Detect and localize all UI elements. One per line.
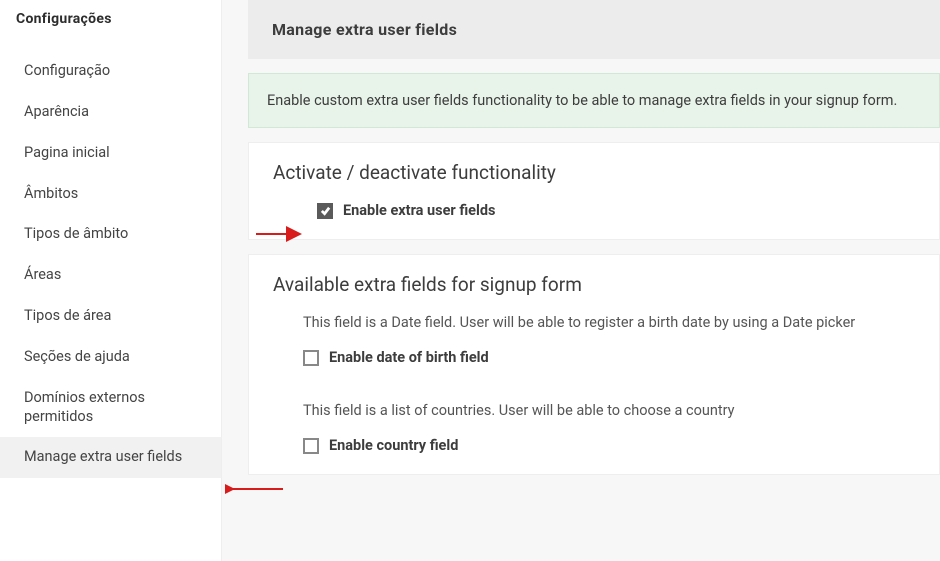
sidebar-item-label: Tipos de área bbox=[24, 307, 111, 324]
page-header: Manage extra user fields bbox=[248, 0, 940, 59]
info-box: Enable custom extra user fields function… bbox=[248, 73, 940, 128]
field-desc: This field is a list of countries. User … bbox=[273, 402, 915, 419]
enable-dob-row: Enable date of birth field bbox=[273, 349, 915, 366]
sidebar-item-label: Pagina inicial bbox=[24, 144, 110, 161]
sidebar-item-tipos-area[interactable]: Tipos de área bbox=[0, 296, 221, 337]
field-block-dob: This field is a Date field. User will be… bbox=[273, 314, 915, 366]
sidebar-item-label: Aparência bbox=[24, 103, 89, 120]
sidebar-item-tipos-ambito[interactable]: Tipos de âmbito bbox=[0, 214, 221, 255]
sidebar-item-secoes-ajuda[interactable]: Seções de ajuda bbox=[0, 337, 221, 378]
enable-country-row: Enable country field bbox=[273, 437, 915, 454]
sidebar-item-label: Seções de ajuda bbox=[24, 348, 130, 365]
check-icon bbox=[320, 205, 331, 216]
info-text: Enable custom extra user fields function… bbox=[267, 92, 897, 109]
enable-country-label: Enable country field bbox=[329, 437, 458, 454]
sidebar: Configurações Configuração Aparência Pag… bbox=[0, 0, 222, 561]
sidebar-item-label: Tipos de âmbito bbox=[24, 225, 128, 242]
enable-country-checkbox[interactable] bbox=[303, 438, 319, 454]
field-block-country: This field is a list of countries. User … bbox=[273, 402, 915, 454]
sidebar-item-label: Âmbitos bbox=[24, 185, 78, 202]
sidebar-title: Configurações bbox=[0, 8, 221, 51]
page-title: Manage extra user fields bbox=[272, 20, 916, 39]
sidebar-item-aparencia[interactable]: Aparência bbox=[0, 92, 221, 133]
activate-panel: Activate / deactivate functionality Enab… bbox=[248, 142, 940, 240]
enable-extra-fields-checkbox[interactable] bbox=[317, 203, 333, 219]
enable-dob-checkbox[interactable] bbox=[303, 350, 319, 366]
main-content: Manage extra user fields Enable custom e… bbox=[222, 0, 940, 561]
sidebar-item-dominios-externos[interactable]: Domínios externos permitidos bbox=[0, 378, 221, 438]
field-desc: This field is a Date field. User will be… bbox=[273, 314, 915, 331]
activate-heading: Activate / deactivate functionality bbox=[273, 161, 915, 184]
sidebar-item-ambitos[interactable]: Âmbitos bbox=[0, 174, 221, 215]
sidebar-item-label: Áreas bbox=[24, 266, 61, 283]
sidebar-item-label: Manage extra user fields bbox=[24, 448, 182, 465]
sidebar-item-configuracao[interactable]: Configuração bbox=[0, 51, 221, 92]
sidebar-item-manage-extra-fields[interactable]: Manage extra user fields bbox=[0, 437, 221, 478]
enable-extra-fields-row: Enable extra user fields bbox=[273, 202, 915, 219]
sidebar-item-label: Domínios externos permitidos bbox=[24, 389, 145, 425]
sidebar-item-label: Configuração bbox=[24, 62, 110, 79]
sidebar-item-pagina-inicial[interactable]: Pagina inicial bbox=[0, 133, 221, 174]
sidebar-item-areas[interactable]: Áreas bbox=[0, 255, 221, 296]
enable-dob-label: Enable date of birth field bbox=[329, 349, 489, 366]
available-heading: Available extra fields for signup form bbox=[273, 273, 915, 296]
enable-extra-fields-label: Enable extra user fields bbox=[343, 202, 495, 219]
available-fields-panel: Available extra fields for signup form T… bbox=[248, 254, 940, 475]
